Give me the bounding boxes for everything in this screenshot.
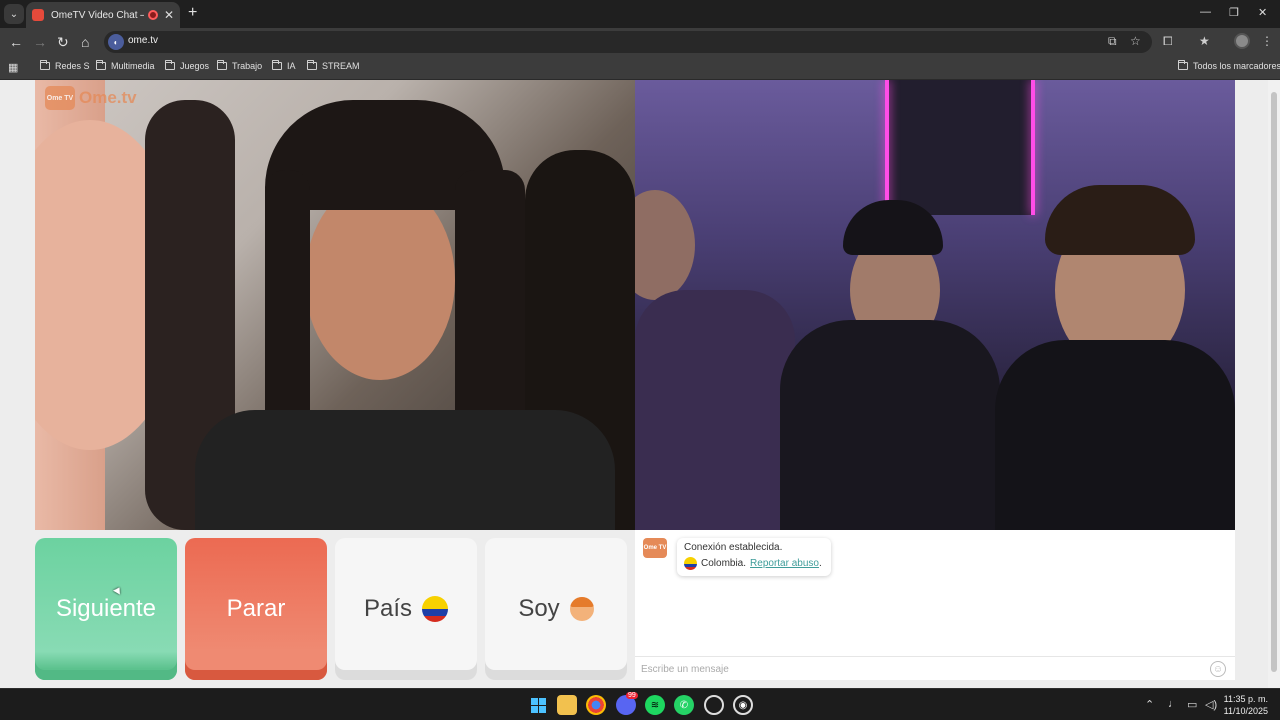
apps-grid-icon[interactable]: ▦ — [8, 61, 18, 74]
gender-button[interactable]: Soy — [485, 538, 627, 680]
bookmark-folder-stream[interactable]: STREAM — [307, 60, 360, 71]
boy-emoji-icon — [569, 597, 594, 621]
system-clock[interactable]: 11:35 p. m. 11/10/2025 — [1222, 693, 1268, 717]
ometv-brand: Ome.tv — [79, 88, 137, 107]
message-box: ☺ — [635, 656, 1235, 680]
bookmark-folder-juegos[interactable]: Juegos — [165, 60, 210, 71]
folder-icon — [307, 60, 317, 70]
file-explorer-icon[interactable] — [557, 695, 577, 715]
connection-status: Conexión establecida. — [684, 542, 783, 553]
self-video — [635, 80, 1235, 530]
bookmark-label: Todos los marcadores — [1193, 61, 1280, 71]
folder-icon — [96, 60, 106, 70]
bookmark-star-icon[interactable]: ☆ — [1130, 34, 1141, 48]
country-label: País — [363, 595, 413, 622]
chrome-icon[interactable] — [586, 695, 606, 715]
tab-strip: ⌄ OmeTV Video Chat — Omegle ✕ + — ❐ ✕ — [0, 0, 1280, 28]
profile-avatar[interactable] — [1234, 33, 1250, 49]
clock-time: 11:35 p. m. — [1223, 694, 1268, 704]
bookmark-folder-redes[interactable]: Redes S — [40, 60, 90, 71]
close-window-icon[interactable]: ✕ — [1258, 6, 1267, 19]
bookmark-folder-ia[interactable]: IA — [272, 60, 296, 71]
system-message: Conexión establecida. Colombia. Reportar… — [677, 538, 831, 576]
message-input[interactable] — [641, 661, 1201, 677]
obs-icon[interactable]: ◉ — [733, 695, 753, 715]
reload-icon[interactable]: ↻ — [57, 34, 69, 50]
menu-icon[interactable]: ⋮ — [1261, 34, 1273, 48]
extensions-icon[interactable]: ⧠ — [1163, 34, 1173, 49]
colombia-flag-icon — [684, 557, 697, 570]
recording-indicator-icon — [147, 10, 158, 20]
site-info-icon[interactable]: ◐ — [108, 34, 124, 50]
folder-icon — [217, 60, 227, 70]
led-strip — [885, 80, 889, 215]
clock-date: 11/10/2025 — [1223, 706, 1268, 716]
tab-search-button[interactable]: ⌄ — [4, 4, 24, 24]
favorites-icon[interactable]: ★ — [1199, 34, 1210, 48]
bookmark-label: Multimedia — [111, 61, 155, 71]
scrollbar-thumb[interactable] — [1271, 92, 1277, 672]
discord-icon[interactable]: 99 — [616, 692, 638, 715]
new-tab-button[interactable]: + — [188, 5, 197, 21]
stop-button[interactable]: Parar — [185, 538, 327, 680]
bookmark-label: Trabajo — [232, 61, 263, 71]
ometv-favicon-icon — [32, 9, 44, 21]
tab-ometv[interactable]: OmeTV Video Chat — Omegle ✕ — [26, 2, 180, 28]
next-button[interactable]: Siguiente — [35, 538, 177, 680]
bookmark-label: STREAM — [322, 61, 360, 71]
close-tab-icon[interactable]: ✕ — [164, 8, 174, 22]
bookmark-folder-trabajo[interactable]: Trabajo — [217, 60, 263, 71]
gender-label: Soy — [518, 595, 560, 622]
bookmark-label: Juegos — [180, 61, 210, 71]
forward-icon[interactable]: → — [33, 34, 47, 50]
folder-icon — [1178, 60, 1188, 70]
colombia-flag-icon — [422, 596, 449, 622]
cast-icon[interactable]: ⧉ — [1108, 34, 1117, 49]
notification-badge: 99 — [626, 692, 638, 699]
led-strip — [1031, 80, 1035, 215]
folder-icon — [165, 60, 175, 70]
folder-icon — [272, 60, 282, 70]
face-shape — [305, 180, 455, 380]
ometv-watermark: Ome TV Ome.tv — [45, 86, 137, 110]
url-text: ome.tv — [128, 35, 159, 46]
bookmark-folder-multimedia[interactable]: Multimedia — [96, 60, 155, 71]
volume-icon[interactable]: ◁) — [1205, 698, 1217, 711]
steelseries-icon[interactable] — [704, 695, 724, 715]
network-icon[interactable]: ▭ — [1187, 698, 1197, 711]
chat-panel: Ome TV Conexión establecida. Colombia. R… — [635, 530, 1235, 680]
page-scrollbar[interactable] — [1268, 80, 1280, 688]
minimize-icon[interactable]: — — [1200, 6, 1211, 18]
restore-icon[interactable]: ❐ — [1229, 6, 1239, 19]
stranger-video: Ome TV Ome.tv — [35, 80, 635, 530]
tray-overflow-icon[interactable]: ⌃ — [1145, 698, 1154, 711]
ometv-page: Ome TV Ome.tv Siguiente Parar País Soy O… — [0, 80, 1280, 688]
tab-title: OmeTV Video Chat — Omegle — [51, 9, 144, 21]
country-button[interactable]: País — [335, 538, 477, 680]
ometv-chat-logo-icon: Ome TV — [643, 538, 667, 558]
emoji-icon[interactable]: ☺ — [1210, 661, 1226, 677]
microphone-icon[interactable]: ♩ — [1168, 698, 1179, 710]
bookmark-label: IA — [287, 61, 296, 71]
browser-toolbar: ← → ↻ ⌂ ◐ ome.tv ⧉ ☆ ⧠ ★ ⋮ — [0, 28, 1280, 56]
folder-icon — [40, 60, 50, 70]
all-bookmarks[interactable]: Todos los marcadores — [1178, 60, 1280, 71]
back-icon[interactable]: ← — [9, 34, 23, 50]
taskbar: 99 ≋ ✆ ◉ ⌃ ♩ ▭ ◁) 11:35 p. m. 11/10/2025 — [0, 688, 1280, 720]
bookmark-label: Redes S — [55, 61, 90, 71]
spotify-icon[interactable]: ≋ — [645, 695, 665, 715]
address-bar[interactable]: ◐ ome.tv ⧉ ☆ — [104, 31, 1152, 53]
stranger-country: Colombia. — [701, 558, 747, 569]
bookmarks-bar: ▦ Redes S Multimedia Juegos Trabajo IA S… — [0, 56, 1280, 80]
windows-start-icon[interactable] — [528, 695, 548, 715]
whatsapp-icon[interactable]: ✆ — [674, 695, 694, 715]
home-icon[interactable]: ⌂ — [81, 34, 89, 50]
report-abuse-link[interactable]: Reportar abuso — [750, 558, 819, 569]
ometv-logo-icon: Ome TV — [45, 86, 75, 110]
